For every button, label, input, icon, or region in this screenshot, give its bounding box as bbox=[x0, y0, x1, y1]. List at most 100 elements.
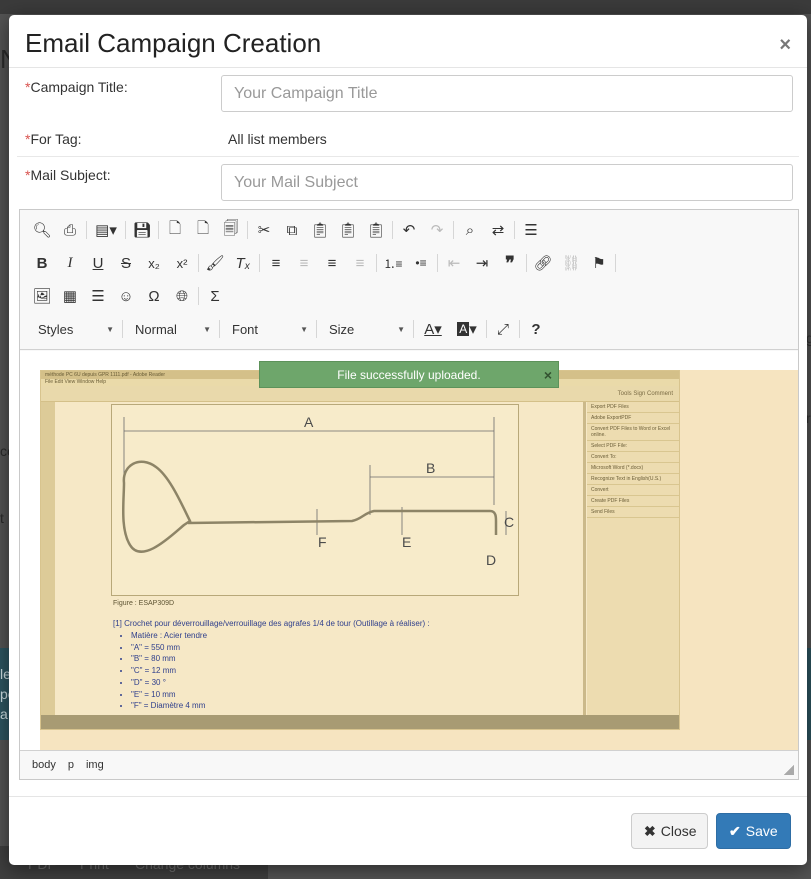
format-combo[interactable]: Normal ▼ bbox=[125, 316, 217, 342]
toolbar-separator bbox=[122, 320, 123, 338]
select-all-icon[interactable]: ☰ bbox=[517, 216, 545, 244]
link-icon[interactable]: 🔗︎ bbox=[529, 249, 557, 277]
save-icon[interactable]: 💾︎ bbox=[128, 216, 156, 244]
close-button-label: Close bbox=[660, 823, 697, 839]
toolbar-separator bbox=[615, 254, 616, 272]
smiley-icon[interactable]: ☺ bbox=[112, 282, 140, 310]
image-tools-tabs: Tools Sign Comment bbox=[617, 391, 673, 397]
bold-icon[interactable]: B bbox=[28, 249, 56, 277]
iframe-globe-icon[interactable]: 🌐︎ bbox=[168, 282, 196, 310]
align-right-icon[interactable]: ≡ bbox=[318, 249, 346, 277]
toolbar-separator bbox=[392, 221, 393, 239]
path-item-body[interactable]: body bbox=[32, 759, 56, 771]
toolbar-separator bbox=[198, 254, 199, 272]
campaign-modal: Email Campaign Creation × *Campaign Titl… bbox=[9, 15, 807, 865]
paste-from-word-icon[interactable]: 🗐︎ bbox=[217, 216, 245, 244]
dimension-label-a: A bbox=[304, 414, 314, 430]
mail-subject-label-text: Mail Subject: bbox=[30, 167, 111, 183]
font-combo[interactable]: Font ▼ bbox=[222, 316, 314, 342]
justify-icon[interactable]: ≡ bbox=[346, 249, 374, 277]
special-character-icon[interactable]: Ω bbox=[140, 282, 168, 310]
panel-item: Select PDF File: bbox=[587, 441, 679, 452]
cut-icon[interactable]: ✂ bbox=[250, 216, 278, 244]
toolbar-row-1: 🔍︎ ⎙ ▤▾ 💾︎ 🗋︎ 🗋︎ 🗐︎ ✂ ⧉ 📋︎ 📋︎ 📋︎ ↶ ↷ ⌕ ⇄… bbox=[28, 216, 545, 244]
toolbar-separator bbox=[437, 254, 438, 272]
editor-content-area[interactable]: méthode PC 6U depuis GPR 1111.pdf - Adob… bbox=[20, 351, 798, 751]
paste-text-icon[interactable]: 📋︎ bbox=[334, 216, 362, 244]
image-heading: [1] Crochet pour déverrouillage/verrouil… bbox=[113, 619, 430, 628]
toolbar-separator bbox=[259, 254, 260, 272]
styles-combo[interactable]: Styles ▼ bbox=[28, 316, 120, 342]
subscript-icon[interactable]: x₂ bbox=[140, 249, 168, 277]
horizontal-line-icon[interactable]: ☰ bbox=[84, 282, 112, 310]
image-spec-list: Matière : Acier tendre "A" = 550 mm "B" … bbox=[131, 630, 207, 712]
anchor-flag-icon[interactable]: ⚑ bbox=[585, 249, 613, 277]
numbered-list-icon[interactable]: ⒈≡ bbox=[379, 249, 407, 277]
print-icon[interactable]: ⎙ bbox=[56, 216, 84, 244]
undo-icon[interactable]: ↶ bbox=[395, 216, 423, 244]
image-icon[interactable]: 🖼︎ bbox=[28, 282, 56, 310]
campaign-title-label-text: Campaign Title: bbox=[30, 79, 128, 95]
maximize-icon[interactable]: ⤢ bbox=[489, 315, 517, 343]
dimension-label-d: D bbox=[486, 552, 496, 568]
math-sigma-icon[interactable]: Σ bbox=[201, 282, 229, 310]
background-color-icon[interactable]: A ▾ bbox=[450, 315, 484, 343]
align-left-icon[interactable]: ≡ bbox=[262, 249, 290, 277]
image-toolbar: Tools Sign Comment bbox=[41, 386, 679, 402]
path-item-p[interactable]: p bbox=[68, 759, 74, 771]
align-center-icon[interactable]: ≡ bbox=[290, 249, 318, 277]
paste-icon[interactable]: 📋︎ bbox=[306, 216, 334, 244]
find-icon[interactable]: ⌕ bbox=[456, 216, 484, 244]
resize-handle-icon[interactable] bbox=[784, 765, 794, 775]
strikethrough-icon[interactable]: S bbox=[112, 249, 140, 277]
new-page-icon[interactable]: 🗋︎ bbox=[161, 216, 189, 244]
help-icon[interactable]: ? bbox=[522, 315, 550, 343]
path-item-img[interactable]: img bbox=[86, 759, 104, 771]
toolbar-separator bbox=[86, 221, 87, 239]
text-color-icon[interactable]: A▾ bbox=[416, 315, 450, 343]
font-combo-label: Font bbox=[232, 321, 259, 337]
toolbar-separator bbox=[376, 254, 377, 272]
indent-icon[interactable]: ⇥ bbox=[468, 249, 496, 277]
x-icon: ✖ bbox=[644, 822, 656, 839]
panel-item: Convert To: bbox=[587, 452, 679, 463]
document-icon[interactable]: 🗋︎ bbox=[189, 216, 217, 244]
panel-item: Create PDF Files bbox=[587, 496, 679, 507]
toolbar-separator bbox=[125, 221, 126, 239]
panel-item: Recognize Text in English(U.S.) bbox=[587, 474, 679, 485]
close-button[interactable]: ✖ Close bbox=[631, 813, 708, 849]
remove-format-icon[interactable]: Tₓ bbox=[229, 249, 257, 277]
list-item: "E" = 10 mm bbox=[131, 689, 207, 701]
copy-icon[interactable]: ⧉ bbox=[278, 216, 306, 244]
campaign-title-input[interactable] bbox=[221, 75, 793, 112]
unlink-icon[interactable]: ⛓︎ bbox=[557, 249, 585, 277]
redo-icon[interactable]: ↷ bbox=[423, 216, 451, 244]
preview-icon[interactable]: 🔍︎ bbox=[28, 216, 56, 244]
templates-icon[interactable]: ▤▾ bbox=[89, 216, 123, 244]
mail-subject-input[interactable] bbox=[221, 164, 793, 201]
styles-combo-label: Styles bbox=[38, 321, 74, 337]
superscript-icon[interactable]: x² bbox=[168, 249, 196, 277]
uploaded-image[interactable]: méthode PC 6U depuis GPR 1111.pdf - Adob… bbox=[40, 370, 680, 730]
italic-icon[interactable]: I bbox=[56, 249, 84, 277]
blockquote-icon[interactable]: ❞ bbox=[496, 249, 524, 277]
modal-header: Email Campaign Creation × bbox=[9, 15, 807, 68]
size-combo[interactable]: Size ▼ bbox=[319, 316, 411, 342]
list-item: "C" = 12 mm bbox=[131, 665, 207, 677]
panel-item: Convert bbox=[587, 485, 679, 496]
format-combo-label: Normal bbox=[135, 321, 177, 337]
toolbar-separator bbox=[514, 221, 515, 239]
outdent-icon[interactable]: ⇤ bbox=[440, 249, 468, 277]
replace-icon[interactable]: ⇄ bbox=[484, 216, 512, 244]
table-icon[interactable]: ▦ bbox=[56, 282, 84, 310]
toolbar-separator bbox=[316, 320, 317, 338]
bulleted-list-icon[interactable]: •≡ bbox=[407, 249, 435, 277]
background-text: a bbox=[0, 706, 8, 722]
close-icon[interactable]: × bbox=[544, 367, 552, 383]
save-button[interactable]: ✔ Save bbox=[716, 813, 791, 849]
copy-formatting-icon[interactable]: 🖌︎ bbox=[201, 249, 229, 277]
close-icon[interactable]: × bbox=[779, 35, 791, 55]
underline-icon[interactable]: U bbox=[84, 249, 112, 277]
paste-word-icon[interactable]: 📋︎ bbox=[362, 216, 390, 244]
upload-success-toast: File successfully uploaded. × bbox=[259, 361, 559, 388]
